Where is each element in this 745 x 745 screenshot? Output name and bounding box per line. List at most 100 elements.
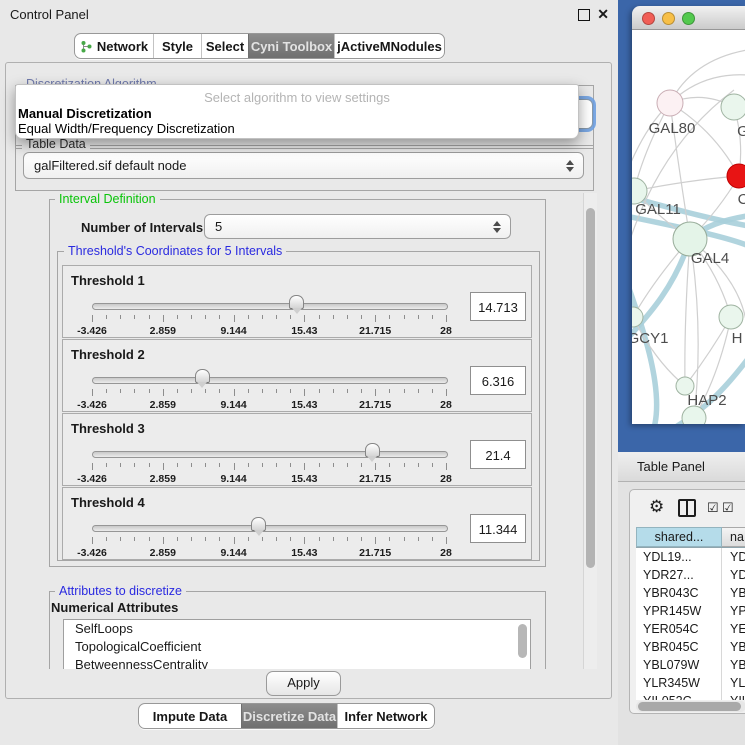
threshold-slider[interactable]: -3.4262.8599.14415.4321.71528 [92, 367, 446, 409]
column-header-shared-name[interactable]: shared... [636, 527, 722, 547]
threshold-value[interactable]: 21.4 [470, 440, 526, 469]
threshold-slider[interactable]: -3.4262.8599.14415.4321.71528 [92, 293, 446, 335]
tick-mark [333, 537, 334, 541]
scrollbar-thumb[interactable] [586, 208, 595, 568]
table-row[interactable]: YDL19...YDL1 [636, 548, 745, 566]
cell-name: YPR1 [722, 602, 745, 620]
slider-track[interactable] [92, 451, 448, 458]
table-row[interactable]: YBR045CYBR0 [636, 638, 745, 656]
tick-mark [361, 537, 362, 541]
tick-mark [389, 315, 390, 319]
cytoscape-desktop: GAL80GCGAL11GAL4GCY1HHAP2 [618, 0, 745, 452]
tab-cyni-toolbox[interactable]: Cyni Toolbox [248, 34, 334, 58]
slider-track[interactable] [92, 377, 448, 384]
close-window-button[interactable] [642, 12, 655, 25]
tick-label: 9.144 [220, 325, 246, 337]
slider-thumb[interactable] [289, 295, 304, 309]
tick-mark [347, 389, 348, 393]
apply-button[interactable]: Apply [266, 671, 341, 696]
network-node-gal80[interactable] [657, 90, 683, 116]
zoom-window-button[interactable] [682, 12, 695, 25]
network-node-h[interactable] [719, 305, 743, 329]
tick-label: 28 [440, 473, 452, 485]
threshold-value[interactable]: 11.344 [470, 514, 526, 543]
tab-discretize-data[interactable]: Discretize Data [241, 704, 337, 728]
slider-thumb[interactable] [365, 443, 380, 457]
cell-shared-name: YER054C [636, 620, 722, 638]
tick-mark [163, 315, 164, 322]
tick-mark [319, 315, 320, 319]
threshold-slider[interactable]: -3.4262.8599.14415.4321.71528 [92, 515, 446, 557]
list-scrollbar[interactable] [518, 624, 527, 658]
scrollbar-thumb[interactable] [638, 702, 741, 711]
cell-name: YDL1 [722, 548, 745, 566]
attribute-item[interactable]: TopologicalCoefficient [64, 638, 530, 656]
tick-mark [276, 389, 277, 393]
threshold-value[interactable]: 14.713 [470, 292, 526, 321]
gear-icon[interactable]: ⚙ [649, 497, 664, 517]
panel-title: Control Panel [10, 7, 89, 22]
slider-track[interactable] [92, 303, 448, 310]
tab-select[interactable]: Select [201, 34, 248, 58]
network-canvas[interactable]: GAL80GCGAL11GAL4GCY1HHAP2 [632, 30, 745, 424]
tick-mark [248, 537, 249, 541]
tab-style[interactable]: Style [153, 34, 201, 58]
tick-mark [134, 389, 135, 393]
control-panel-window: Control Panel ✕ NetworkStyleSelectCyni T… [0, 0, 618, 745]
top-tab-bar: NetworkStyleSelectCyni ToolboxjActiveMNo… [74, 33, 445, 59]
tick-mark [375, 389, 376, 396]
network-edge[interactable] [685, 239, 690, 386]
horizontal-scrollbar[interactable] [636, 701, 745, 712]
slider-thumb[interactable] [251, 517, 266, 531]
vertical-scrollbar[interactable] [583, 193, 597, 669]
tick-mark [219, 315, 220, 319]
tick-label: 28 [440, 547, 452, 559]
float-icon[interactable] [578, 9, 590, 21]
tick-mark [290, 389, 291, 393]
network-node-g[interactable] [721, 94, 745, 120]
tab-network[interactable]: Network [75, 34, 153, 58]
tick-mark [234, 315, 235, 322]
network-edge-wide[interactable] [632, 280, 657, 424]
algorithm-option-list: Manual DiscretizationEqual Width/Frequen… [16, 106, 578, 136]
tab-infer-network[interactable]: Infer Network [337, 704, 434, 728]
table-row[interactable]: YIL052CYIL0 [636, 692, 745, 700]
tab-impute-data[interactable]: Impute Data [139, 704, 241, 728]
cell-shared-name: YDR27... [636, 566, 722, 584]
tick-mark [375, 537, 376, 544]
checkbox-icon[interactable]: ☑ [707, 500, 719, 516]
table-data-combobox[interactable]: galFiltered.sif default node [23, 152, 584, 179]
minimize-window-button[interactable] [662, 12, 675, 25]
table-row[interactable]: YER054CYER0 [636, 620, 745, 638]
table-row[interactable]: YBR043CYBR0 [636, 584, 745, 602]
close-icon[interactable]: ✕ [597, 6, 609, 23]
tick-mark [361, 389, 362, 393]
tick-mark [262, 315, 263, 319]
network-edge[interactable] [634, 176, 739, 191]
tick-label: 2.859 [150, 547, 176, 559]
slider-track[interactable] [92, 525, 448, 532]
columns-icon[interactable] [678, 499, 696, 517]
algorithm-option[interactable]: Equal Width/Frequency Discretization [16, 121, 578, 136]
attribute-item[interactable]: SelfLoops [64, 620, 530, 638]
threshold-slider[interactable]: -3.4262.8599.14415.4321.71528 [92, 441, 446, 483]
network-graph: GAL80GCGAL11GAL4GCY1HHAP2 [632, 30, 745, 424]
table-row[interactable]: YPR145WYPR1 [636, 602, 745, 620]
network-edge[interactable] [634, 103, 670, 191]
algorithm-option[interactable]: Manual Discretization [16, 106, 578, 121]
node-label: GAL11 [635, 201, 681, 218]
table-row[interactable]: YLR345WYLR3 [636, 674, 745, 692]
cell-shared-name: YBR043C [636, 584, 722, 602]
attribute-item[interactable]: BetweennessCentrality [64, 656, 530, 669]
checkbox-icon[interactable]: ☑ [722, 500, 734, 516]
table-row[interactable]: YBL079WYBL0 [636, 656, 745, 674]
tick-mark [304, 463, 305, 470]
number-of-intervals-combobox[interactable]: 5 [204, 214, 511, 239]
column-header-name[interactable]: na [722, 527, 745, 547]
tab-jactivemnodules[interactable]: jActiveMNodules [334, 34, 444, 58]
network-node-c[interactable] [727, 164, 745, 188]
table-row[interactable]: YDR27...YDR2 [636, 566, 745, 584]
slider-thumb[interactable] [195, 369, 210, 383]
tick-mark [276, 463, 277, 467]
threshold-value[interactable]: 6.316 [470, 366, 526, 395]
